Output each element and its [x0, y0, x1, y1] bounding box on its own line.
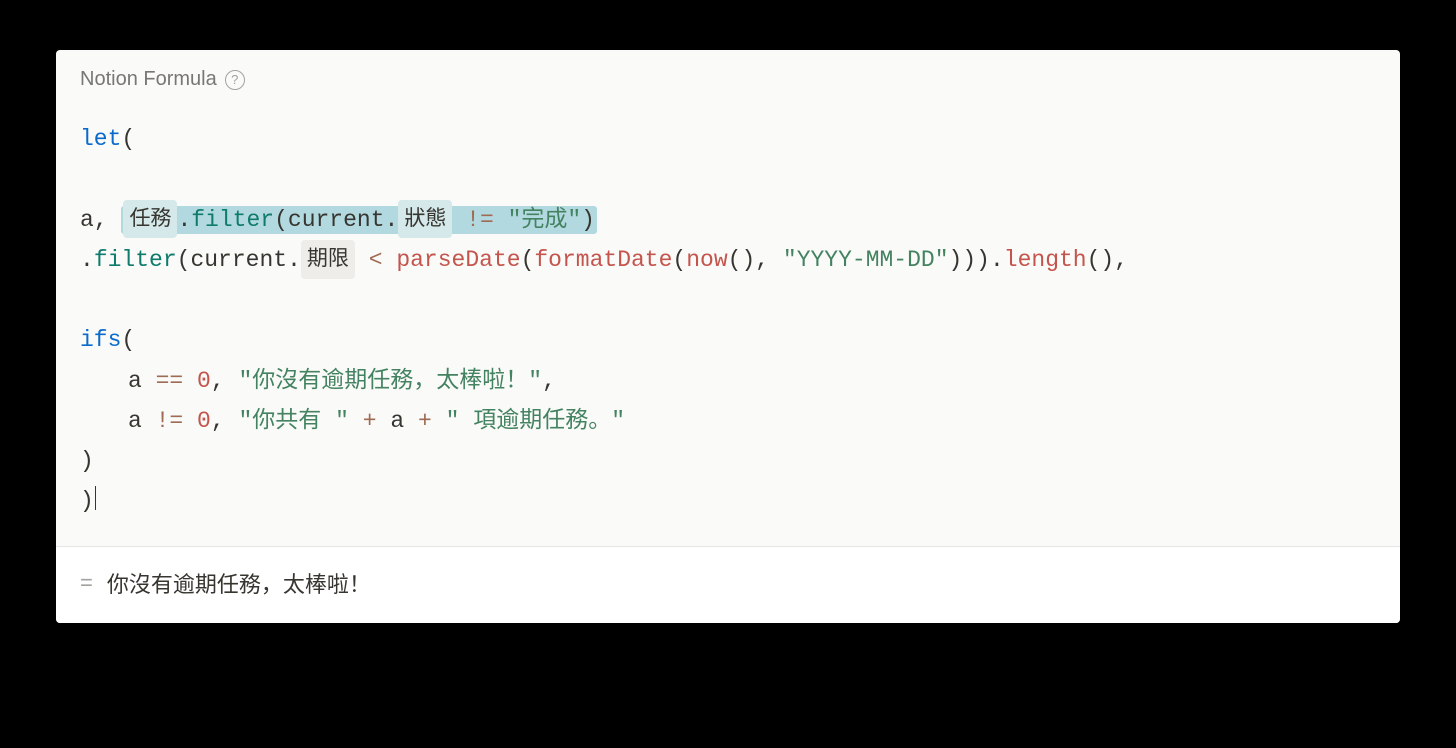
property-pill-deadline[interactable]: 期限 — [301, 240, 355, 279]
comma: , — [755, 247, 769, 273]
keyword-ifs: ifs — [80, 327, 121, 353]
comma: , — [211, 408, 225, 434]
selection-highlight: 任務.filter(current.狀態 != "完成") — [121, 206, 597, 234]
kw-current: current — [288, 207, 385, 233]
str-prefix: "你共有 " — [238, 408, 348, 434]
op-lt: < — [369, 247, 383, 273]
dot: . — [385, 207, 399, 233]
keyword-let: let — [80, 126, 121, 152]
fn-now: now — [686, 247, 727, 273]
property-pill-status[interactable]: 狀態 — [398, 200, 452, 239]
var-a: a — [128, 368, 142, 394]
header-title: Notion Formula — [80, 68, 217, 91]
var-a: a — [80, 207, 94, 233]
rparen: ) — [741, 247, 755, 273]
fn-filter: filter — [94, 247, 177, 273]
rparen: ) — [80, 488, 94, 514]
num-zero: 0 — [197, 368, 211, 394]
dot: . — [80, 247, 94, 273]
lparen: ( — [177, 247, 191, 273]
op-eq: == — [156, 368, 184, 394]
lparen: ( — [672, 247, 686, 273]
rparen: ) — [949, 247, 963, 273]
rparen: ) — [1100, 247, 1114, 273]
rparen: ) — [962, 247, 976, 273]
kw-current: current — [190, 247, 287, 273]
dot: . — [287, 247, 301, 273]
result-text: 你沒有逾期任務，太棒啦！ — [107, 567, 371, 599]
lparen: ( — [121, 126, 135, 152]
text-cursor — [95, 486, 96, 510]
code-editor[interactable]: let( a, 任務.filter(current.狀態 != "完成") .f… — [56, 99, 1400, 546]
op-ne: != — [156, 408, 184, 434]
lparen: ( — [1087, 247, 1101, 273]
op-ne: != — [466, 207, 494, 233]
str-done: "完成" — [508, 207, 582, 233]
op-plus: + — [363, 408, 377, 434]
help-icon[interactable]: ? — [225, 70, 245, 90]
fn-length: length — [1004, 247, 1087, 273]
str-datefmt: "YYYY-MM-DD" — [783, 247, 949, 273]
dot: . — [177, 207, 191, 233]
lparen: ( — [521, 247, 535, 273]
lparen: ( — [121, 327, 135, 353]
str-none: "你沒有逾期任務，太棒啦！" — [238, 368, 542, 394]
rparen: ) — [80, 448, 94, 474]
var-a: a — [390, 408, 404, 434]
fn-filter: filter — [191, 207, 274, 233]
formula-editor: Notion Formula ? let( a, 任務.filter(curre… — [56, 50, 1400, 623]
fn-parseDate: parseDate — [396, 247, 520, 273]
comma: , — [211, 368, 225, 394]
num-zero: 0 — [197, 408, 211, 434]
editor-header: Notion Formula ? — [56, 50, 1400, 99]
equals-sign: = — [80, 570, 93, 596]
comma: , — [94, 207, 108, 233]
op-plus: + — [418, 408, 432, 434]
rparen: ) — [976, 247, 990, 273]
comma: , — [1114, 247, 1128, 273]
property-pill-tasks[interactable]: 任務 — [123, 200, 177, 239]
comma: , — [542, 368, 556, 394]
var-a: a — [128, 408, 142, 434]
rparen: ) — [581, 207, 595, 233]
lparen: ( — [728, 247, 742, 273]
result-area: = 你沒有逾期任務，太棒啦！ — [56, 547, 1400, 623]
lparen: ( — [274, 207, 288, 233]
dot: . — [990, 247, 1004, 273]
str-suffix: " 項逾期任務。" — [446, 408, 625, 434]
fn-formatDate: formatDate — [534, 247, 672, 273]
